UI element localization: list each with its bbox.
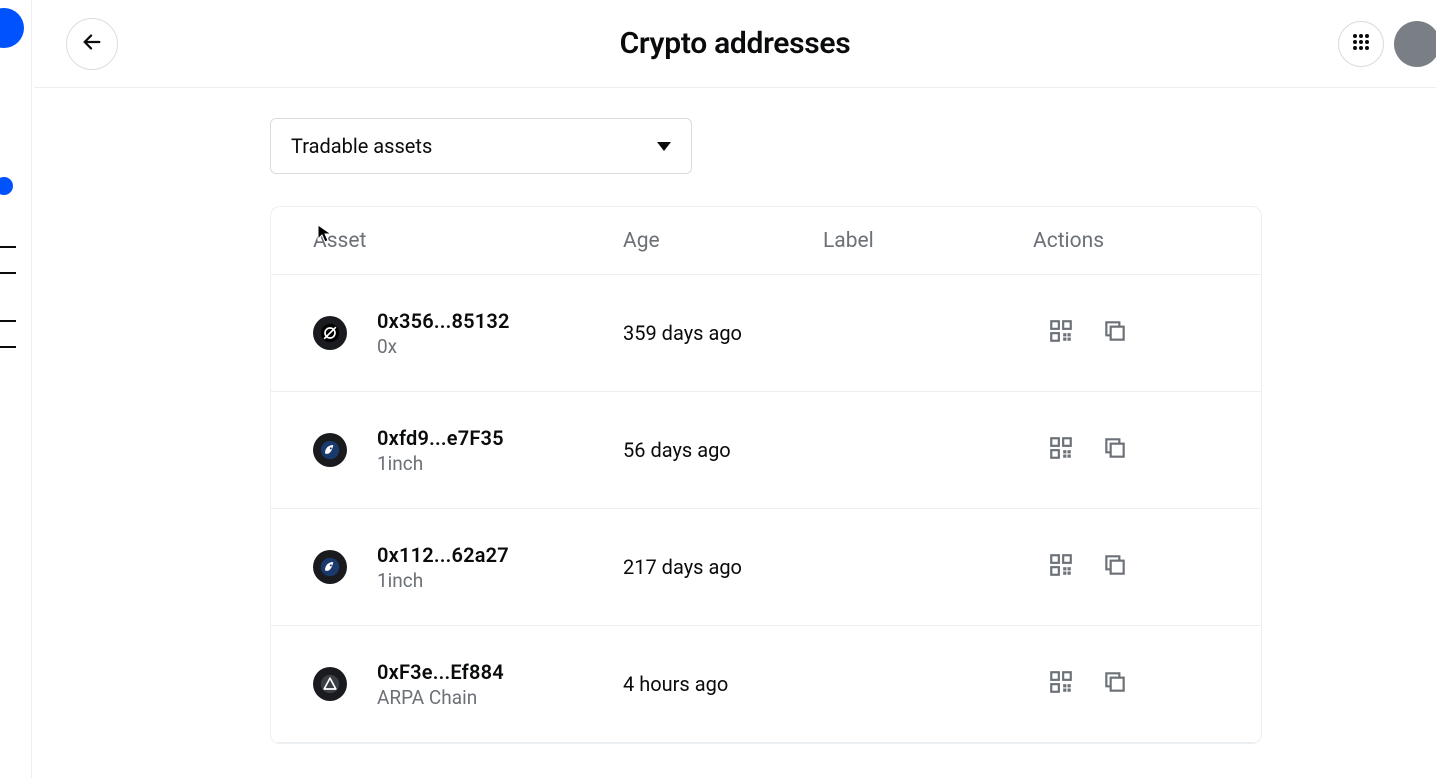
asset-name: 0x (377, 335, 510, 358)
col-age: Age (623, 229, 823, 253)
copy-icon (1102, 669, 1128, 699)
asset-cell: 0x356...851320x (313, 309, 623, 358)
back-button[interactable] (66, 18, 118, 70)
col-actions: Actions (1033, 229, 1262, 253)
left-rail (0, 0, 32, 778)
table-header-row: Asset Age Label Actions (271, 207, 1261, 275)
qr-code-icon (1048, 318, 1074, 348)
avatar[interactable] (1394, 21, 1436, 67)
table-row[interactable]: 0xfd9...e7F351inch56 days ago (271, 392, 1261, 509)
asset-name: 1inch (377, 452, 504, 475)
page-header: Crypto addresses (34, 0, 1436, 88)
asset-name: ARPA Chain (377, 686, 504, 709)
age-cell: 359 days ago (623, 321, 823, 345)
arrow-left-icon (81, 31, 103, 57)
apps-button[interactable] (1338, 21, 1384, 67)
address-text: 0x112...62a27 (377, 543, 509, 567)
copy-button[interactable] (1101, 319, 1129, 347)
asset-icon (313, 316, 347, 350)
qr-code-icon (1048, 552, 1074, 582)
nav-outline-1[interactable] (0, 240, 24, 280)
asset-name: 1inch (377, 569, 509, 592)
nav-outline-2[interactable] (0, 314, 24, 354)
qr-code-icon (1048, 669, 1074, 699)
table-row[interactable]: 0x356...851320x359 days ago (271, 275, 1261, 392)
actions-cell (1033, 436, 1262, 464)
main-content: Tradable assets Asset Age Label Actions … (34, 88, 1436, 778)
copy-button[interactable] (1101, 670, 1129, 698)
apps-grid-icon (1352, 33, 1370, 55)
qr-button[interactable] (1047, 670, 1075, 698)
asset-filter-label: Tradable assets (291, 134, 432, 158)
asset-filter-dropdown[interactable]: Tradable assets (270, 118, 692, 174)
actions-cell (1033, 319, 1262, 347)
chevron-down-icon (657, 142, 671, 151)
age-cell: 217 days ago (623, 555, 823, 579)
age-cell: 4 hours ago (623, 672, 823, 696)
qr-code-icon (1048, 435, 1074, 465)
page-title: Crypto addresses (34, 26, 1436, 61)
asset-icon (313, 667, 347, 701)
asset-icon (313, 433, 347, 467)
qr-button[interactable] (1047, 436, 1075, 464)
qr-button[interactable] (1047, 553, 1075, 581)
address-text: 0x356...85132 (377, 309, 510, 333)
address-text: 0xfd9...e7F35 (377, 426, 504, 450)
addresses-table: Asset Age Label Actions 0x356...851320x3… (270, 206, 1262, 744)
asset-cell: 0xfd9...e7F351inch (313, 426, 623, 475)
nav-dot[interactable] (0, 166, 24, 206)
copy-icon (1102, 552, 1128, 582)
asset-cell: 0xF3e...Ef884ARPA Chain (313, 660, 623, 709)
actions-cell (1033, 670, 1262, 698)
asset-cell: 0x112...62a271inch (313, 543, 623, 592)
table-row[interactable]: 0xF3e...Ef884ARPA Chain4 hours ago (271, 626, 1261, 743)
address-text: 0xF3e...Ef884 (377, 660, 504, 684)
col-asset: Asset (313, 229, 623, 253)
col-label: Label (823, 229, 1033, 253)
copy-icon (1102, 318, 1128, 348)
copy-button[interactable] (1101, 553, 1129, 581)
actions-cell (1033, 553, 1262, 581)
qr-button[interactable] (1047, 319, 1075, 347)
asset-icon (313, 550, 347, 584)
copy-button[interactable] (1101, 436, 1129, 464)
table-row[interactable]: 0x112...62a271inch217 days ago (271, 509, 1261, 626)
age-cell: 56 days ago (623, 438, 823, 462)
copy-icon (1102, 435, 1128, 465)
logo[interactable] (0, 8, 24, 48)
